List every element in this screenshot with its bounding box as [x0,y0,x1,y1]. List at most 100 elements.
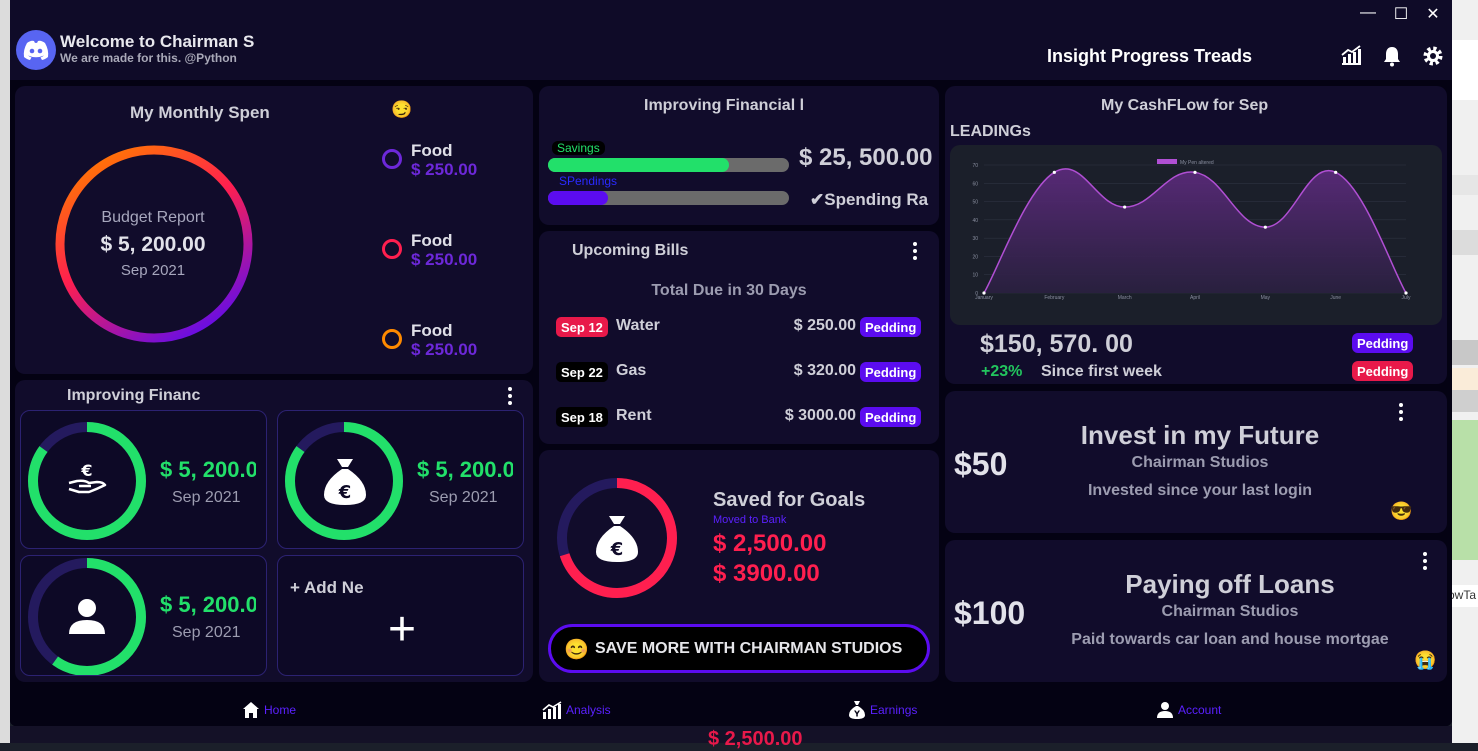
cashflow-amount: $150, 570. 00 [980,330,1133,358]
more-menu-icon[interactable] [1398,403,1404,423]
svg-text:Y: Y [853,710,860,719]
welcome-title: Welcome to Chairman S [60,32,255,51]
person-icon [69,599,105,634]
improving-tiles-title: Improving Financ [67,387,201,404]
bill-row[interactable]: Sep 12 Water $ 250.00 Pedding [556,317,926,341]
discord-logo[interactable] [16,30,56,70]
y-tick-label: 60 [972,181,978,187]
close-button[interactable]: ✕ [1421,4,1445,24]
background-window-strip: $ 2,500.00 [10,726,1452,750]
total-due-label: Total Due in 30 Days [651,282,807,299]
tile-date: Sep 2021 [172,489,241,506]
savings-bar [548,158,789,172]
tile-amount: $ 5, 200.00 [417,457,513,482]
more-menu-icon[interactable] [1422,552,1428,572]
person-icon [1157,702,1173,718]
bill-row[interactable]: Sep 18 Rent $ 3000.00 Pedding [556,407,926,431]
nav-earnings-label: Earnings [870,703,918,717]
money-bag-icon: Y [849,701,865,719]
maximize-button[interactable]: ☐ [1389,4,1413,24]
minimize-button[interactable]: — [1356,4,1380,22]
nav-analysis[interactable]: Analysis [542,700,611,720]
add-plus-icon[interactable]: + [388,606,416,654]
improving-tiles-card: Improving Financ € $ 5, 200.00 Sep 2021 [15,380,533,682]
finance-tile[interactable]: € $ 5, 200.00 Sep 2021 [277,410,524,549]
add-new-tile[interactable]: + Add Ne + [277,555,524,676]
pending-badge: Pedding [860,407,922,427]
upcoming-bills-card: Upcoming Bills Total Due in 30 Days Sep … [539,231,939,444]
legend-label: Food [411,231,453,250]
cashflow-card: My CashFLow for Sep LEADINGs My Pen alte… [945,86,1447,384]
pending-badge: Pedding [1352,361,1414,381]
bill-row[interactable]: Sep 22 Gas $ 320.00 Pedding [556,362,926,386]
save-more-button[interactable]: 😊 SAVE MORE WITH CHAIRMAN STUDIOS [548,624,930,673]
svg-text:€: € [610,539,624,560]
bill-date: Sep 18 [556,407,608,427]
gear-icon[interactable] [1421,44,1445,68]
budget-amount: $ 5, 200.00 [100,233,206,256]
money-bag-icon: € [324,459,366,505]
chart-data-point [1193,170,1197,174]
invest-desc: Invested since your last login [1087,482,1313,499]
pending-badge: Pedding [1352,333,1414,353]
more-menu-icon[interactable] [507,387,513,407]
bill-amount: $ 320.00 [793,362,856,379]
cashflow-chart: My Pen altered 010203040506070January Feb… [950,145,1442,325]
pending-badge: Pedding [860,362,922,382]
x-tick-label: March [1118,295,1132,301]
x-tick-label: February [1044,295,1065,301]
nav-home[interactable]: Home [242,700,296,720]
x-tick-label: April [1190,295,1200,301]
legend-label: My Pen altered [1180,160,1214,166]
bill-date: Sep 22 [556,362,608,382]
welcome-subtitle: We are made for this. @Python [60,51,237,65]
save-more-label: SAVE MORE WITH CHAIRMAN STUDIOS [595,640,903,657]
bill-amount: $ 250.00 [793,317,856,334]
y-tick-label: 30 [972,236,978,242]
more-menu-icon[interactable] [912,242,918,262]
loans-company: Chairman Studios [1161,603,1299,620]
bill-date: Sep 12 [556,317,608,337]
monthly-spend-title: My Monthly Spen [130,103,270,122]
nav-analysis-label: Analysis [566,703,611,717]
app-window: Welcome to Chairman S We are made for th… [10,0,1452,726]
legend-ring-icon [382,239,402,259]
chart-icon [542,701,562,719]
loans-card: $100 Paying off Loans Chairman Studios P… [945,540,1447,682]
bell-icon[interactable] [1380,44,1404,68]
savings-amount: $ 25, 500.00 [799,144,933,171]
legend-ring-icon [382,149,402,169]
chart-data-point [1334,170,1338,174]
bottom-nav: Home Analysis Y Earnings Account [10,686,1452,726]
nav-earnings[interactable]: Y Earnings [848,700,917,720]
x-tick-label: July [1402,295,1411,301]
legend-amount: $ 250.00 [411,160,478,179]
nav-home-label: Home [264,703,297,717]
spendings-bar-fill [548,191,609,205]
moved-to-bank: Moved to Bank [713,514,787,526]
desktop-right-edge: owTa [1452,0,1478,743]
nav-account[interactable]: Account [1156,700,1221,720]
tile-amount: $ 5, 200.00 [160,457,256,482]
invest-amount: $50 [954,446,1008,482]
finance-tile[interactable]: $ 5, 200.00 Sep 2021 [20,555,267,676]
spending-rate: ✔Spending Ra [810,190,929,209]
bill-name: Water [616,317,660,334]
loans-amount: $100 [954,595,1026,631]
spendings-bar [548,191,789,205]
chart-icon[interactable] [1339,44,1363,68]
finance-tile[interactable]: € $ 5, 200.00 Sep 2021 [20,410,267,549]
leadings-label: LEADINGs [950,123,1031,140]
y-tick-label: 70 [972,163,978,169]
savings-bar-fill [548,158,729,172]
budget-date: Sep 2021 [120,262,186,279]
saved-goals-title: Saved for Goals [713,489,866,511]
y-tick-label: 50 [972,200,978,206]
tile-amount: $ 5, 200.00 [160,592,256,617]
chart-data-point [1263,225,1267,229]
x-tick-label: May [1261,295,1271,301]
goals-amount-secondary: $ 3900.00 [713,560,820,587]
pending-badge: Pedding [860,317,922,337]
legend-swatch [1157,159,1177,164]
desktop-left-edge [0,0,10,743]
